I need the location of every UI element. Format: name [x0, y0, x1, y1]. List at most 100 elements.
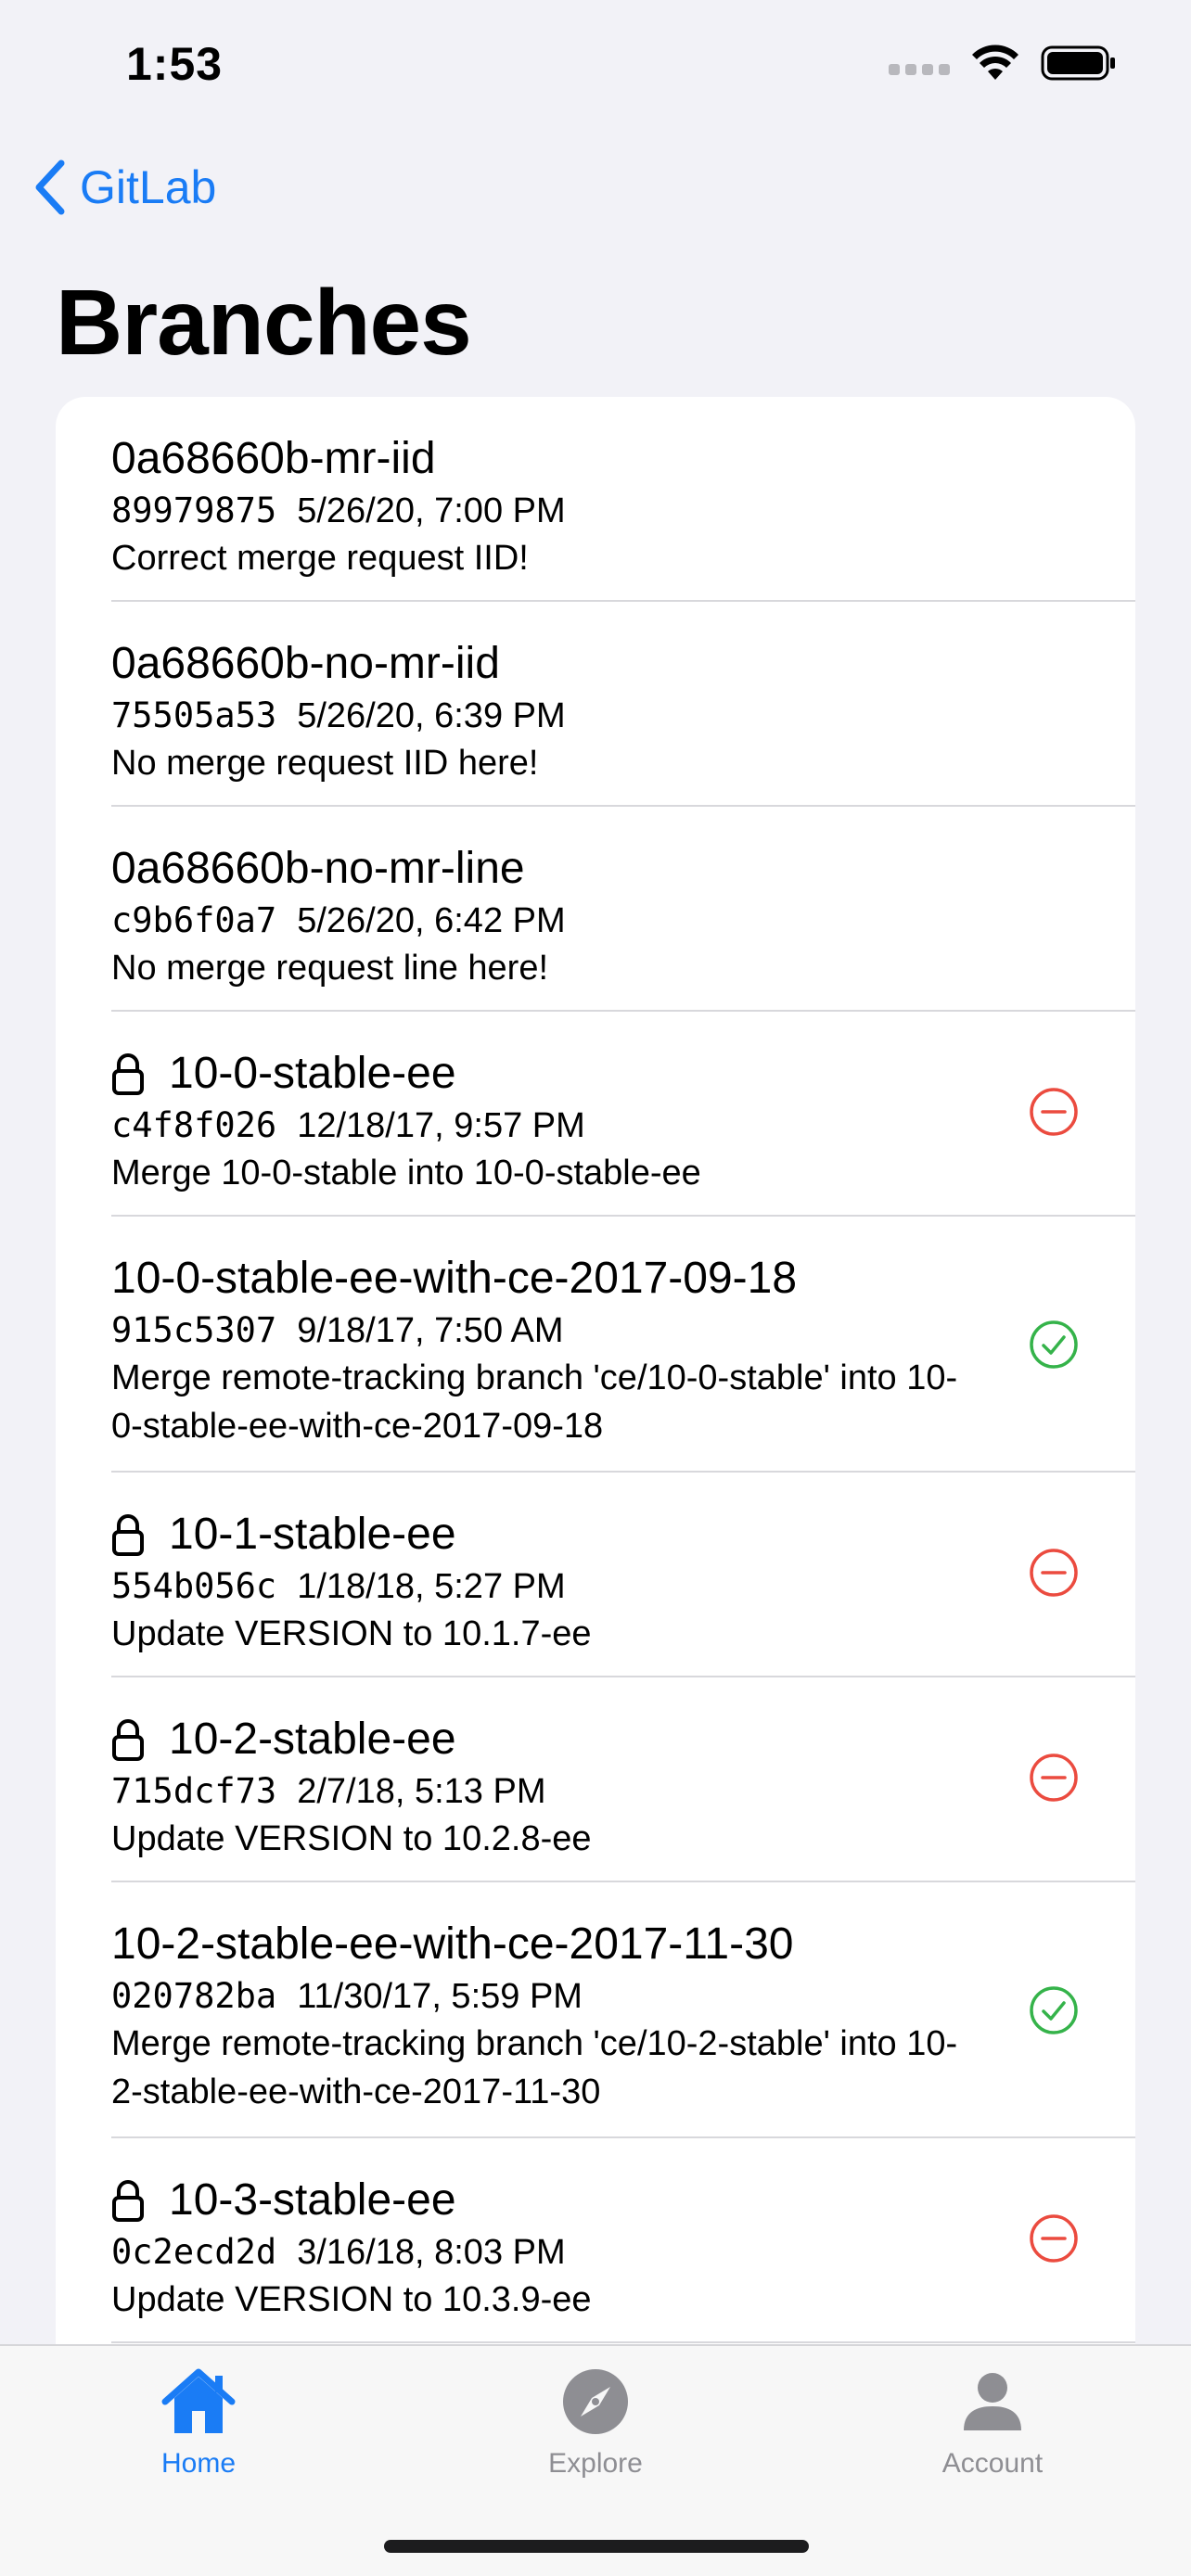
lock-icon [112, 1053, 144, 1095]
commit-meta: 554b056c 1/18/18, 5:27 PM [111, 1563, 987, 1610]
tab-explore-label: Explore [548, 2448, 643, 2479]
house-icon [161, 2368, 236, 2433]
commit-message: Update VERSION to 10.2.8-ee [111, 1819, 592, 1858]
lock-icon [112, 1719, 144, 1761]
commit-date: 1/18/18, 5:27 PM [297, 1567, 566, 1606]
branch-row[interactable]: 10-3-stable-ee 0c2ecd2d 3/16/18, 8:03 PM Up… [111, 2138, 1135, 2343]
chevron-left-icon [35, 159, 65, 215]
commit-date: 5/26/20, 7:00 PM [297, 491, 566, 530]
branch-row[interactable]: 10-2-stable-ee 715dcf73 2/7/18, 5:13 PM Upd… [111, 1677, 1135, 1882]
cellular-signal-icon [889, 64, 950, 75]
commit-sha: 0c2ecd2d [111, 2232, 277, 2272]
branch-row[interactable]: 10-0-stable-ee-with-ce-2017-09-18 915c530… [111, 1217, 1135, 1473]
branch-name: 10-2-stable-ee [169, 1715, 456, 1764]
back-button-label: GitLab [80, 161, 217, 213]
status-icons [889, 45, 1117, 82]
pipeline-passed-icon [1030, 1986, 1078, 2034]
commit-sha: 554b056c [111, 1566, 277, 1606]
pipeline-status [1028, 1086, 1080, 1138]
commit-message: Merge remote-tracking branch 'ce/10-0-st… [111, 1358, 958, 1446]
status-bar: 1:53 [0, 0, 1191, 130]
branch-name: 0a68660b-no-mr-line [111, 844, 525, 893]
screen: 1:53 GitLab Branches 0a68660b-mr-iid 8997… [0, 0, 1191, 2576]
tab-home-label: Home [160, 2448, 237, 2479]
pipeline-status [1028, 2213, 1080, 2264]
person-icon [964, 2373, 1021, 2430]
branch-name-line: 10-3-stable-ee [111, 2172, 987, 2229]
tab-account[interactable]: Account [881, 2365, 1104, 2480]
branch-name: 0a68660b-mr-iid [111, 434, 436, 483]
branch-name-line: 10-0-stable-ee [111, 1045, 987, 1103]
back-button[interactable]: GitLab [33, 159, 216, 215]
commit-meta: c4f8f026 12/18/17, 9:57 PM [111, 1103, 987, 1149]
commit-message: Update VERSION to 10.3.9-ee [111, 2280, 592, 2319]
branch-name-line: 10-0-stable-ee-with-ce-2017-09-18 [111, 1250, 987, 1307]
tab-home[interactable]: Home [87, 2365, 310, 2480]
commit-date: 9/18/17, 7:50 AM [297, 1311, 564, 1350]
branch-name-line: 10-2-stable-ee-with-ce-2017-11-30 [111, 1916, 987, 1973]
branch-row[interactable]: 0a68660b-no-mr-line c9b6f0a7 5/26/20, 6:42… [111, 807, 1135, 1012]
commit-meta: 0c2ecd2d 3/16/18, 8:03 PM [111, 2229, 987, 2276]
lock-icon [112, 2180, 144, 2222]
commit-message: Merge remote-tracking branch 'ce/10-2-st… [111, 2024, 958, 2111]
commit-message: No merge request IID here! [111, 744, 539, 783]
branch-name: 0a68660b-no-mr-iid [111, 639, 500, 688]
commit-meta: 75505a53 5/26/20, 6:39 PM [111, 693, 987, 739]
branch-name: 10-1-stable-ee [169, 1510, 456, 1559]
battery-icon [1041, 45, 1115, 81]
commit-date: 3/16/18, 8:03 PM [297, 2233, 566, 2272]
branch-row[interactable]: 10-0-stable-ee c4f8f026 12/18/17, 9:57 PM M… [111, 1012, 1135, 1217]
page-title: Branches [56, 271, 472, 375]
branch-row[interactable]: 0a68660b-mr-iid 89979875 5/26/20, 7:00 PM C… [111, 397, 1135, 602]
commit-meta: 020782ba 11/30/17, 5:59 PM [111, 1973, 987, 2020]
pipeline-status [1028, 1319, 1080, 1371]
commit-date: 11/30/17, 5:59 PM [297, 1977, 583, 2016]
commit-message: Merge 10-0-stable into 10-0-stable-ee [111, 1154, 701, 1192]
commit-message: Correct merge request IID! [111, 539, 529, 578]
commit-date: 5/26/20, 6:42 PM [297, 901, 566, 940]
branch-name: 10-2-stable-ee-with-ce-2017-11-30 [111, 1919, 794, 1969]
commit-date: 12/18/17, 9:57 PM [297, 1106, 585, 1145]
commit-sha: c9b6f0a7 [111, 900, 277, 940]
branch-name-line: 10-2-stable-ee [111, 1711, 987, 1768]
commit-message: No merge request line here! [111, 949, 549, 988]
branch-name-line: 0a68660b-mr-iid [111, 430, 987, 488]
pipeline-failed-icon [1030, 1549, 1078, 1597]
pipeline-failed-icon [1030, 1088, 1078, 1136]
commit-sha: 89979875 [111, 491, 277, 530]
commit-sha: 75505a53 [111, 695, 277, 735]
home-indicator [384, 2540, 809, 2553]
pipeline-passed-icon [1030, 1320, 1078, 1369]
commit-meta: 89979875 5/26/20, 7:00 PM [111, 488, 987, 534]
commit-meta: c9b6f0a7 5/26/20, 6:42 PM [111, 898, 987, 944]
commit-sha: c4f8f026 [111, 1105, 277, 1145]
branch-name: 10-3-stable-ee [169, 2175, 456, 2225]
commit-date: 2/7/18, 5:13 PM [297, 1772, 546, 1811]
pipeline-status [1028, 1547, 1080, 1599]
wifi-icon [972, 45, 1018, 80]
tab-explore[interactable]: Explore [484, 2365, 707, 2480]
pipeline-status [1028, 1752, 1080, 1804]
status-time: 1:53 [126, 38, 224, 90]
compass-icon [563, 2369, 628, 2434]
pipeline-failed-icon [1030, 1753, 1078, 1802]
branch-name: 10-0-stable-ee-with-ce-2017-09-18 [111, 1254, 798, 1303]
commit-sha: 020782ba [111, 1976, 277, 2016]
branch-list: 0a68660b-mr-iid 89979875 5/26/20, 7:00 PM C… [56, 397, 1135, 2576]
tab-account-label: Account [941, 2448, 1044, 2479]
commit-date: 5/26/20, 6:39 PM [297, 696, 566, 735]
commit-message: Update VERSION to 10.1.7-ee [111, 1614, 592, 1653]
branch-name-line: 0a68660b-no-mr-line [111, 840, 987, 898]
branch-name: 10-0-stable-ee [169, 1049, 456, 1098]
branch-row[interactable]: 10-2-stable-ee-with-ce-2017-11-30 020782b… [111, 1882, 1135, 2138]
branch-name-line: 10-1-stable-ee [111, 1506, 987, 1563]
commit-meta: 915c5307 9/18/17, 7:50 AM [111, 1307, 987, 1354]
branch-row[interactable]: 10-1-stable-ee 554b056c 1/18/18, 5:27 PM Up… [111, 1473, 1135, 1677]
branch-row[interactable]: 0a68660b-no-mr-iid 75505a53 5/26/20, 6:39 … [111, 602, 1135, 807]
pipeline-status [1028, 1984, 1080, 2036]
lock-icon [112, 1514, 144, 1556]
branch-name-line: 0a68660b-no-mr-iid [111, 635, 987, 693]
commit-sha: 915c5307 [111, 1310, 277, 1350]
commit-sha: 715dcf73 [111, 1771, 277, 1811]
commit-meta: 715dcf73 2/7/18, 5:13 PM [111, 1768, 987, 1815]
